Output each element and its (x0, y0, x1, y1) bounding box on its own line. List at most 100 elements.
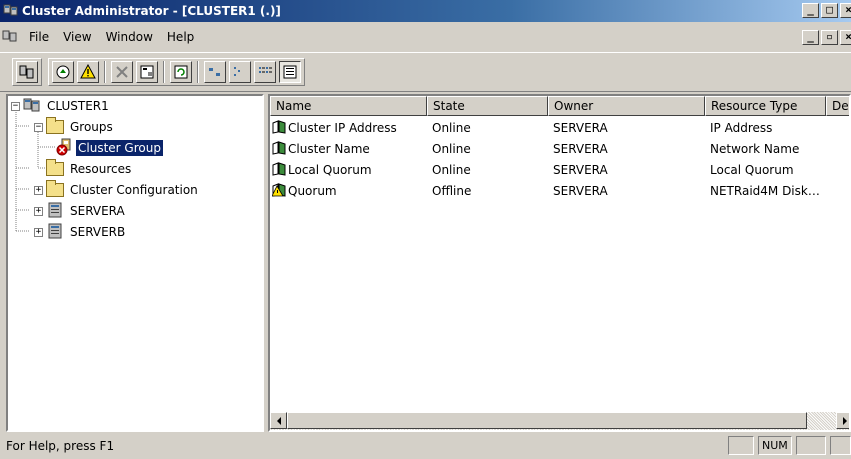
scroll-left-button[interactable] (270, 412, 287, 429)
resource-name: Local Quorum (288, 163, 372, 177)
table-row[interactable]: Cluster IP Address Online SERVERA IP Add… (270, 118, 849, 138)
table-row[interactable]: Cluster Name Online SERVERA Network Name (270, 139, 849, 159)
horizontal-scrollbar[interactable] (270, 412, 849, 430)
toolbar-separator (197, 61, 199, 83)
document-icon[interactable] (2, 28, 18, 47)
title-bar[interactable]: Cluster Administrator - [CLUSTER1 (.)] _… (0, 0, 851, 22)
server-icon (46, 202, 64, 221)
small-icons-icon (234, 67, 240, 76)
properties-button[interactable] (136, 61, 158, 83)
table-row[interactable]: Local Quorum Online SERVERA Local Quorum (270, 160, 849, 180)
tree-node-groups[interactable]: − Groups (34, 117, 115, 137)
tree-pane[interactable]: − CLUSTER1 − Groups Cluster Group Resour… (6, 94, 264, 432)
type-cell: IP Address (710, 121, 773, 135)
name-cell: Cluster IP Address (272, 118, 397, 138)
close-button[interactable]: × (840, 3, 851, 18)
resize-grip[interactable] (830, 436, 851, 455)
server-icon (46, 223, 64, 242)
tree-node-serverb[interactable]: + SERVERB (34, 222, 127, 242)
child-close-button[interactable]: × (840, 30, 851, 45)
type-cell: Network Name (710, 142, 800, 156)
properties-icon (140, 65, 154, 79)
folder-icon (46, 159, 64, 176)
state-cell: Online (432, 121, 471, 135)
tree-node-cluster-group[interactable]: Cluster Group (56, 138, 164, 159)
refresh-icon (174, 65, 188, 79)
tree-label-servera: SERVERA (70, 204, 125, 218)
large-icons-button[interactable] (204, 61, 226, 83)
refresh-button[interactable] (170, 61, 192, 83)
resource-offline-warning-icon (272, 183, 286, 197)
details-list-pane[interactable]: Name State Owner Resource Type De Cluste… (268, 94, 851, 432)
table-row[interactable]: Quorum Offline SERVERA NETRaid4M Disk… (270, 181, 849, 201)
status-bar: For Help, press F1 NUM (0, 433, 851, 459)
name-cell: Quorum (272, 181, 337, 201)
tree-label-cluster-group: Cluster Group (75, 139, 164, 157)
arrow-left-icon (276, 416, 281, 425)
tree-node-cluster1[interactable]: − CLUSTER1 (11, 96, 111, 116)
column-headers: Name State Owner Resource Type De (270, 96, 849, 116)
owner-cell: SERVERA (553, 121, 608, 135)
column-header-owner[interactable]: Owner (548, 96, 705, 116)
open-connection-button[interactable] (16, 61, 38, 83)
state-cell: Online (432, 142, 471, 156)
cluster-icon (23, 97, 41, 116)
resource-name: Quorum (288, 184, 337, 198)
cluster-app-icon[interactable] (3, 2, 19, 21)
arrow-right-icon (842, 416, 847, 425)
menu-view[interactable]: View (56, 30, 98, 44)
column-header-name[interactable]: Name (270, 96, 427, 116)
cluster-icon (19, 65, 34, 79)
small-icons-button[interactable] (229, 61, 251, 83)
name-cell: Local Quorum (272, 160, 372, 180)
owner-cell: SERVERA (553, 163, 608, 177)
list-view-button[interactable] (254, 61, 276, 83)
toolbar-group-connect (12, 58, 42, 86)
column-header-resource-type[interactable]: Resource Type (705, 96, 826, 116)
resource-name: Cluster IP Address (288, 121, 397, 135)
tree-node-servera[interactable]: + SERVERA (34, 201, 127, 221)
scroll-right-button[interactable] (836, 412, 849, 429)
resource-online-icon (272, 162, 286, 176)
toolbar-group-actions (48, 58, 305, 86)
menu-help[interactable]: Help (160, 30, 201, 44)
take-offline-button[interactable] (77, 61, 99, 83)
status-panel-empty (796, 436, 826, 455)
column-header-state[interactable]: State (427, 96, 548, 116)
column-header-description[interactable]: De (826, 96, 849, 116)
tree-node-resources[interactable]: Resources (46, 159, 133, 179)
list-icon (259, 67, 272, 73)
tree-label-cluster1: CLUSTER1 (47, 99, 109, 113)
bring-online-button[interactable] (52, 61, 74, 83)
warning-icon (80, 64, 96, 79)
toolbar (0, 52, 851, 92)
details-view-button[interactable] (279, 61, 301, 83)
expand-toggle[interactable]: + (34, 227, 43, 237)
expand-toggle[interactable]: + (34, 185, 43, 195)
expand-toggle[interactable]: + (34, 206, 43, 216)
large-icons-icon (209, 68, 220, 76)
type-cell: Local Quorum (710, 163, 794, 177)
menu-file[interactable]: File (22, 30, 56, 44)
tree-label-groups: Groups (70, 120, 113, 134)
resource-name: Cluster Name (288, 142, 370, 156)
tree-label-serverb: SERVERB (70, 225, 126, 239)
child-restore-button[interactable]: ▫ (821, 30, 838, 45)
owner-cell: SERVERA (553, 184, 608, 198)
collapse-toggle[interactable]: − (11, 101, 20, 111)
tree-node-cluster-configuration[interactable]: + Cluster Configuration (34, 180, 200, 200)
resource-online-icon (272, 141, 286, 155)
minimize-button[interactable]: _ (802, 3, 819, 18)
delete-icon (116, 66, 128, 78)
online-icon (56, 65, 70, 79)
menu-window[interactable]: Window (99, 30, 160, 44)
scroll-thumb[interactable] (287, 412, 807, 429)
child-minimize-button[interactable]: _ (802, 30, 819, 45)
collapse-toggle[interactable]: − (34, 122, 43, 132)
delete-button[interactable] (111, 61, 133, 83)
state-cell: Online (432, 163, 471, 177)
group-offline-icon (56, 138, 74, 159)
maximize-button[interactable]: □ (821, 3, 838, 18)
folder-icon (46, 180, 64, 197)
tree-label-resources: Resources (70, 162, 132, 176)
